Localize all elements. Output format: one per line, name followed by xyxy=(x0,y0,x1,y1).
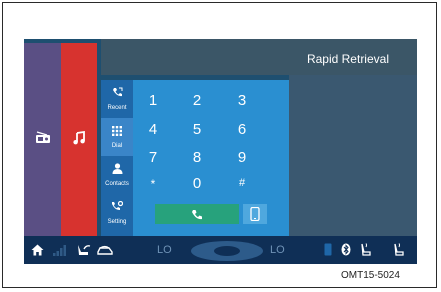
key-0[interactable]: 0 xyxy=(177,175,217,192)
key-7[interactable]: 7 xyxy=(133,149,173,166)
menu-label-contacts: Contacts xyxy=(105,181,129,187)
phone-icon xyxy=(324,243,332,261)
key-3[interactable]: 3 xyxy=(222,92,262,109)
key-1[interactable]: 1 xyxy=(133,92,173,109)
key-6[interactable]: 6 xyxy=(222,121,262,138)
seat-heat-left-icon[interactable] xyxy=(361,243,371,261)
mobile-phone-icon xyxy=(250,206,260,226)
recent-calls-icon xyxy=(112,85,123,102)
menu-item-contacts[interactable]: Contacts xyxy=(101,156,133,194)
infotainment-screen: Rapid Retrieval Recent Dial Contacts Set… xyxy=(24,39,417,264)
right-temperature[interactable]: LO xyxy=(270,244,285,256)
key-9[interactable]: 9 xyxy=(222,149,262,166)
bluetooth-icon xyxy=(341,243,351,261)
call-button[interactable] xyxy=(155,204,239,224)
dial-pad-icon xyxy=(112,123,122,140)
phone-device-button[interactable] xyxy=(243,204,267,224)
key-star[interactable]: * xyxy=(133,177,173,191)
music-tab[interactable] xyxy=(61,43,97,236)
menu-label-recent: Recent xyxy=(107,105,127,111)
key-8[interactable]: 8 xyxy=(177,149,217,166)
top-bar: Rapid Retrieval xyxy=(101,39,417,75)
phone-side-menu: Recent Dial Contacts Setting xyxy=(101,80,133,236)
key-4[interactable]: 4 xyxy=(133,121,173,138)
radio-tab[interactable] xyxy=(24,43,61,236)
left-temperature[interactable]: LO xyxy=(157,244,172,256)
car-icon[interactable] xyxy=(97,243,113,261)
contacts-icon xyxy=(112,161,123,178)
figure-caption: OMT15-5024 xyxy=(341,270,400,281)
settings-icon xyxy=(111,199,124,216)
menu-item-setting[interactable]: Setting xyxy=(101,194,133,232)
radio-icon xyxy=(35,131,51,149)
menu-label-dial: Dial xyxy=(111,143,123,149)
dial-keypad: 1 2 3 4 5 6 7 8 9 * 0 # xyxy=(133,80,289,236)
menu-item-dial[interactable]: Dial xyxy=(101,118,133,156)
menu-label-setting: Setting xyxy=(107,219,127,225)
key-hash[interactable]: # xyxy=(222,177,262,189)
screen-title: Rapid Retrieval xyxy=(306,52,389,66)
key-2[interactable]: 2 xyxy=(177,92,217,109)
fan-icon xyxy=(214,246,240,256)
seat-icon[interactable] xyxy=(77,243,91,261)
seat-heat-right-icon[interactable] xyxy=(394,243,404,261)
bottom-status-bar: LO LO xyxy=(24,236,417,264)
right-panel xyxy=(289,75,417,236)
home-icon[interactable] xyxy=(31,243,44,261)
phone-handset-icon xyxy=(191,208,203,226)
key-5[interactable]: 5 xyxy=(177,121,217,138)
menu-item-recent[interactable]: Recent xyxy=(101,80,133,118)
music-note-icon xyxy=(73,130,85,150)
signal-icon xyxy=(53,243,67,261)
